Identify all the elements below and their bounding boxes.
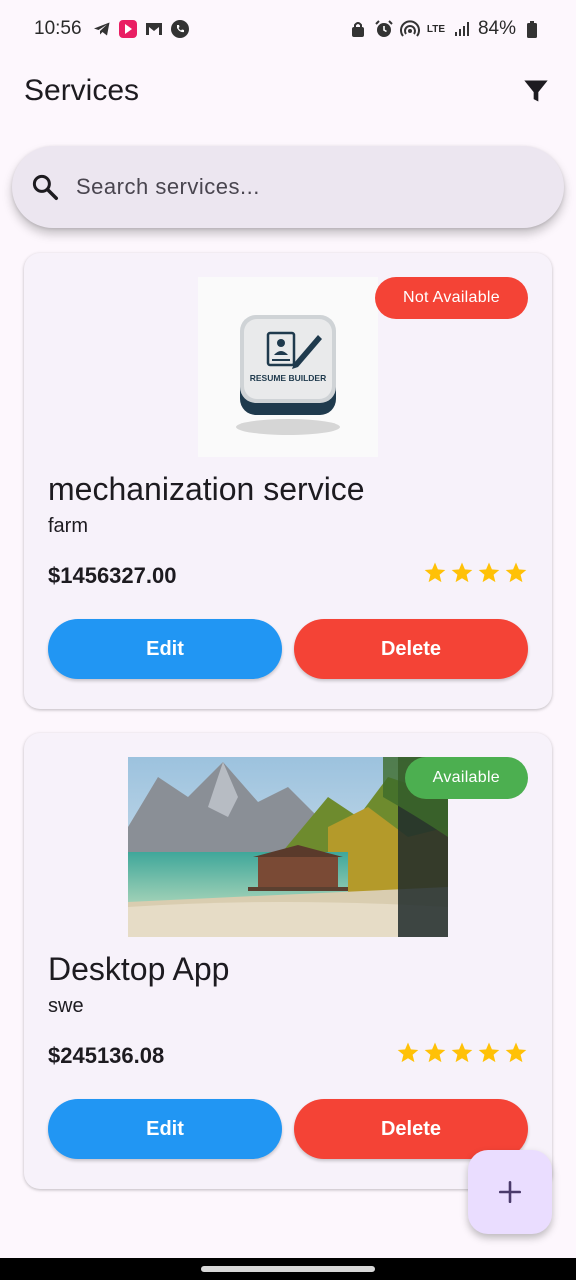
- rating-stars: [396, 1041, 528, 1065]
- lte-icon: LTE: [426, 23, 446, 35]
- delete-button[interactable]: Delete: [294, 619, 528, 679]
- star-icon: [505, 562, 527, 583]
- page-title: Services: [24, 74, 140, 107]
- app-bar: Services: [0, 62, 576, 120]
- home-handle[interactable]: [201, 1266, 375, 1272]
- star-icon: [478, 1042, 500, 1063]
- status-left: 10:56: [34, 18, 190, 40]
- rating-stars: [423, 561, 528, 585]
- battery-icon: [522, 19, 542, 39]
- edit-button[interactable]: Edit: [48, 619, 282, 679]
- star-icon: [451, 1042, 473, 1063]
- search-input[interactable]: [76, 174, 546, 200]
- signal-icon: [452, 19, 472, 39]
- search-icon: [32, 174, 58, 200]
- star-icon: [397, 1042, 419, 1063]
- service-image: [128, 757, 448, 937]
- service-card[interactable]: Available Desktop App swe $245136.08 Edi…: [24, 733, 552, 1189]
- lock-icon: [348, 19, 368, 39]
- status-bar: 10:56 LTE 84%: [0, 0, 576, 58]
- service-title: mechanization service: [48, 471, 365, 507]
- system-nav-bar: [0, 1258, 576, 1280]
- star-icon: [505, 1042, 527, 1063]
- hotspot-icon: [400, 19, 420, 39]
- telegram-icon: [92, 19, 112, 39]
- filter-button[interactable]: [520, 75, 552, 107]
- star-icon: [478, 562, 500, 583]
- service-image: RESUME BUILDER: [198, 277, 378, 457]
- service-category: swe: [48, 995, 84, 1017]
- star-icon: [451, 562, 473, 583]
- alarm-icon: [374, 19, 394, 39]
- gmail-icon: [144, 19, 164, 39]
- status-right: LTE 84%: [348, 18, 542, 40]
- service-card[interactable]: RESUME BUILDER Not Available mechanizati…: [24, 253, 552, 709]
- service-category: farm: [48, 515, 88, 537]
- status-badge: Available: [404, 757, 528, 799]
- service-title: Desktop App: [48, 951, 230, 987]
- star-icon: [424, 1042, 446, 1063]
- status-time: 10:56: [34, 18, 82, 39]
- phone-icon: [170, 19, 190, 39]
- app-icon: [118, 19, 138, 39]
- add-service-button[interactable]: [468, 1150, 552, 1234]
- battery-percent: 84%: [477, 18, 516, 39]
- service-price: $245136.08: [48, 1043, 165, 1068]
- edit-button[interactable]: Edit: [48, 1099, 282, 1159]
- status-badge: Not Available: [374, 277, 528, 319]
- image-caption: RESUME BUILDER: [250, 373, 327, 383]
- plus-icon: [498, 1180, 522, 1204]
- filter-icon: [524, 80, 548, 102]
- search-bar[interactable]: [12, 146, 564, 228]
- service-price: $1456327.00: [48, 563, 177, 588]
- star-icon: [424, 562, 446, 583]
